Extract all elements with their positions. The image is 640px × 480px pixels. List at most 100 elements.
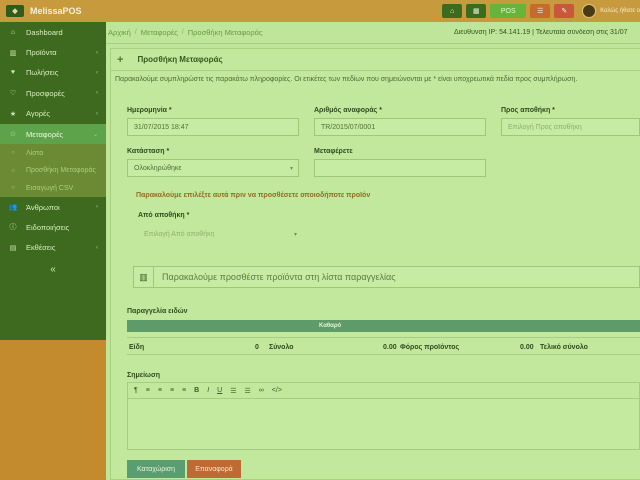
list-icon: ☰: [537, 8, 544, 15]
pos-button[interactable]: POS: [490, 4, 527, 18]
chart-icon: ▤: [9, 244, 17, 252]
align-right-icon[interactable]: ≡: [170, 387, 174, 394]
total-label: Σύνολο: [269, 344, 294, 351]
unordered-list-icon[interactable]: ☰: [245, 387, 251, 395]
calendar-icon: ▦: [472, 8, 480, 15]
breadcrumb-current: Προσθήκη Μεταφοράς: [187, 28, 263, 37]
underline-icon[interactable]: U: [217, 387, 222, 394]
chevron-icon: ‹: [96, 244, 98, 251]
chevron-icon: ‹: [96, 90, 98, 97]
sidebar-item-products[interactable]: ▥ Προϊόντα ‹: [0, 42, 106, 62]
status-select[interactable]: Ολοκληρώθηκε ▾: [127, 159, 299, 177]
breadcrumb-transfers[interactable]: Μεταφορές: [141, 28, 178, 37]
align-center-icon[interactable]: ≡: [158, 387, 162, 394]
chevron-down-icon: ⌄: [92, 131, 98, 138]
top-bar: ◆ MelissaPOS ⌂ ▦ POS ☰ ✎ Καλώς ήθατε ο: [0, 0, 640, 22]
date-field[interactable]: 31/07/2015 18:47: [127, 118, 299, 136]
order-totals-row: Είδη 0 Σύνολο 0.00 Φόρος προϊόντος 0.00 …: [127, 337, 640, 355]
pencil-icon: ✎: [561, 8, 568, 15]
sidebar-subitem-import-csv[interactable]: ○ Εισαγωγή CSV: [0, 179, 106, 197]
user-greeting: Καλώς ήθατε ο: [600, 8, 640, 14]
column-header-net: Καθαρό: [319, 323, 342, 329]
sidebar-item-label: Ειδοποιήσεις: [26, 222, 70, 232]
collapse-sidebar-button[interactable]: «: [0, 264, 106, 275]
sidebar-footer: [0, 340, 106, 480]
logo-icon: ◆: [6, 5, 24, 17]
notes-editor[interactable]: [127, 398, 640, 450]
star-icon: ★: [9, 110, 17, 118]
calendar-button[interactable]: ▦: [466, 4, 487, 18]
avatar: [582, 4, 597, 18]
chevron-down-icon: ▾: [289, 165, 293, 172]
brand-name: MelissaPOS: [30, 6, 82, 16]
sidebar-item-reports[interactable]: ▤ Εκθέσεις ‹: [0, 238, 106, 258]
breadcrumb: Αρχική / Μεταφορές / Προσθήκη Μεταφοράς …: [106, 22, 640, 44]
barcode-icon: ▥: [134, 266, 154, 288]
reset-button[interactable]: Επαναφορά: [187, 460, 241, 478]
shipping-label: Μεταφέρετε: [314, 148, 353, 155]
align-justify-icon[interactable]: ≡: [182, 387, 186, 394]
align-left-icon[interactable]: ≡: [146, 387, 150, 394]
sidebar-subitem-label: Εισαγωγή CSV: [26, 184, 74, 192]
sidebar-subitem-label: Λίστα: [26, 149, 44, 157]
users-icon: 👥: [8, 204, 18, 212]
paragraph-icon[interactable]: ¶: [134, 387, 138, 394]
chevron-icon: ‹: [96, 69, 98, 76]
chevron-icon: ‹: [96, 49, 98, 56]
info-icon: ⓘ: [9, 224, 17, 232]
grand-total-label: Τελικό σύνολο: [540, 344, 588, 351]
link-icon[interactable]: ∞: [259, 387, 264, 394]
tax-label: Φόρος προϊόντος: [400, 344, 460, 351]
ordered-list-icon[interactable]: ☰: [230, 387, 236, 395]
product-search-bar[interactable]: ▥ Παρακαλούμε προσθέστε προϊόντα στη λίσ…: [133, 266, 640, 288]
sidebar-item-label: Άνθρωποι: [26, 202, 60, 212]
sidebar: ⌂ Dashboard ▥ Προϊόντα ‹ ♥ Πωλήσεις ‹ ♡ Προσφο…: [0, 22, 106, 340]
date-label: Ημερομηνία *: [127, 107, 172, 114]
sidebar-item-purchases[interactable]: ★ Αγορές ‹: [0, 104, 106, 124]
from-warehouse-label: Από αποθήκη *: [138, 212, 190, 219]
heart-icon: ♥: [10, 69, 16, 77]
sidebar-item-label: Πωλήσεις: [26, 68, 59, 78]
breadcrumb-home[interactable]: Αρχική: [108, 28, 131, 37]
panel-header: + Προσθήκη Μεταφοράς: [111, 49, 640, 71]
notes-label: Σημείωση: [127, 372, 161, 379]
total-value: 0.00: [383, 344, 397, 351]
order-items-title: Παραγγελία ειδών: [127, 308, 188, 315]
editor-toolbar: ¶ ≡ ≡ ≡ ≡ B I U ☰ ☰ ∞ </>: [127, 382, 640, 398]
page-title: Προσθήκη Μεταφοράς: [137, 55, 223, 64]
warning-text: Παρακαλούμε επιλέξτε αυτά πριν να προσθέ…: [136, 192, 371, 199]
sidebar-item-notifications[interactable]: ⓘ Ειδοποιήσεις: [0, 217, 106, 237]
sidebar-item-label: Εκθέσεις: [26, 243, 56, 253]
shipping-field[interactable]: [314, 159, 486, 177]
to-warehouse-label: Προς αποθήκη *: [501, 107, 555, 114]
brand[interactable]: ◆ MelissaPOS: [0, 0, 108, 22]
edit-button[interactable]: ✎: [554, 4, 575, 18]
star-outline-icon: ☆: [9, 131, 17, 139]
code-icon[interactable]: </>: [272, 387, 282, 394]
product-search-input[interactable]: Παρακαλούμε προσθέστε προϊόντα στη λίστα…: [154, 272, 396, 282]
sidebar-item-dashboard[interactable]: ⌂ Dashboard: [0, 22, 106, 42]
reference-field[interactable]: TR/2015/07/0001: [314, 118, 486, 136]
sidebar-item-people[interactable]: 👥 Άνθρωποι ‹: [0, 197, 106, 217]
save-button[interactable]: Καταχώριση: [127, 460, 185, 478]
tax-value: 0.00: [520, 344, 534, 351]
sidebar-item-transfers[interactable]: ☆ Μεταφορές ⌄: [0, 123, 106, 145]
italic-icon[interactable]: I: [207, 387, 209, 394]
to-warehouse-select[interactable]: Επιλογή Προς αποθήκη: [501, 118, 640, 136]
from-warehouse-select[interactable]: Επιλογή Από αποθήκη ▾: [138, 225, 302, 243]
sidebar-item-quotes[interactable]: ♡ Προσφορές ‹: [0, 83, 106, 103]
circle-icon: ○: [11, 150, 15, 157]
sidebar-item-label: Μεταφορές: [26, 129, 64, 139]
home-button[interactable]: ⌂: [442, 4, 463, 18]
chevron-down-icon: ▾: [293, 231, 297, 238]
sidebar-subitem-list[interactable]: ○ Λίστα: [0, 144, 106, 162]
user-menu[interactable]: Καλώς ήθατε ο: [582, 4, 640, 18]
sidebar-item-sales[interactable]: ♥ Πωλήσεις ‹: [0, 63, 106, 83]
list-button[interactable]: ☰: [530, 4, 551, 18]
sidebar-subitem-label: Προσθήκη Μεταφοράς: [26, 167, 96, 175]
bold-icon[interactable]: B: [194, 387, 199, 394]
chevron-icon: ‹: [96, 204, 98, 211]
plus-icon: +: [117, 53, 124, 66]
sidebar-subitem-add-transfer[interactable]: ○ Προσθήκη Μεταφοράς: [0, 161, 106, 180]
status-label: Κατάσταση *: [127, 148, 170, 155]
